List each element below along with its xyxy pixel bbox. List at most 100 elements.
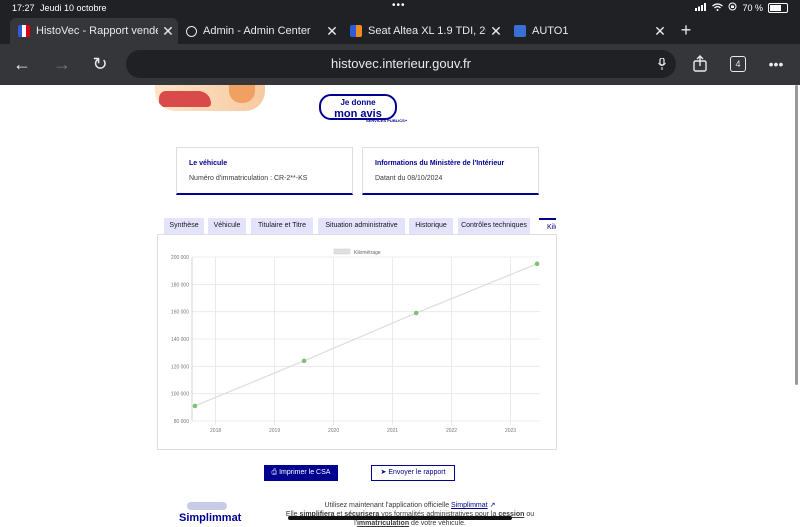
simplimmat-line1: Utilisez maintenant l'application offici… — [270, 501, 550, 509]
card-value: Datant du 08/10/2024 — [375, 175, 443, 182]
tab-title: HistoVec - Rapport vendeur — [36, 25, 158, 37]
print-label: Imprimer le CSA — [279, 469, 331, 476]
x-tick-label: 2021 — [387, 428, 398, 434]
close-tab-icon[interactable]: ✕ — [486, 23, 506, 40]
page-content: Je donne mon avis SERVICES PUBLICS+ Le v… — [0, 85, 792, 527]
data-point — [301, 358, 307, 364]
feedback-button[interactable]: Je donne mon avis — [319, 94, 397, 120]
y-tick-label: 200 000 — [171, 255, 189, 261]
page-scrollbar[interactable] — [795, 85, 798, 385]
series-line — [194, 263, 538, 407]
y-tick-label: 140 000 — [171, 337, 189, 343]
tab-controles[interactable]: Contrôles techniques — [458, 218, 530, 234]
status-bar: 17:27 Jeudi 10 octobre ••• 70 % — [0, 0, 800, 16]
multitasking-dots-icon[interactable]: ••• — [392, 0, 406, 11]
browser-tab-histovec[interactable]: HistoVec - Rapport vendeur ✕ — [10, 18, 178, 44]
vehicle-card: Le véhicule Numéro d'immatriculation : C… — [176, 147, 353, 195]
browser-toolbar: ← → ↻ histovec.interieur.gouv.fr 4 ••• — [0, 44, 800, 85]
close-tab-icon[interactable]: ✕ — [158, 23, 178, 40]
reload-icon[interactable]: ↻ — [88, 52, 112, 76]
microphone-icon[interactable] — [658, 50, 666, 80]
simplimmat-link[interactable]: Simplimmat — [451, 502, 488, 509]
card-title: Informations du Ministère de l'Intérieur — [375, 160, 505, 167]
text: de votre véhicule. — [409, 520, 466, 527]
signal-icon — [695, 2, 707, 13]
auto1-favicon-icon — [514, 25, 526, 37]
data-point — [413, 310, 419, 316]
x-tick-label: 2020 — [328, 428, 339, 434]
services-publics-logo: SERVICES PUBLICS+ — [366, 118, 408, 123]
y-tick-label: 80 000 — [174, 419, 190, 425]
y-tick-label: 100 000 — [171, 392, 189, 398]
x-tick-label: 2022 — [446, 428, 457, 434]
browser-chrome: 17:27 Jeudi 10 octobre ••• 70 % HistoVec… — [0, 0, 800, 85]
tab-kilometrage[interactable]: Kilométrage — [539, 218, 556, 234]
orientation-lock-icon — [728, 2, 737, 13]
simplimmat-logo[interactable]: Simplimmat — [175, 500, 242, 525]
card-value: Numéro d'immatriculation : CR-2**-KS — [189, 175, 308, 182]
x-tick-label: 2018 — [210, 428, 221, 434]
tab-situation[interactable]: Situation administrative — [318, 218, 405, 234]
feedback-line1: Je donne — [340, 98, 376, 107]
tab-title: AUTO1 — [532, 25, 569, 37]
simplimmat-intro: Utilisez maintenant l'application offici… — [324, 502, 452, 509]
legend-label: Kilométrage — [354, 250, 381, 256]
send-report-button[interactable]: ➤ Envoyer le rapport — [371, 465, 455, 481]
wifi-icon — [712, 2, 724, 13]
send-icon: ➤ — [380, 469, 387, 476]
tab-strip: HistoVec - Rapport vendeur ✕ Admin - Adm… — [0, 18, 800, 44]
hero-illustration — [155, 85, 265, 111]
forward-arrow-icon[interactable]: → — [50, 52, 74, 76]
car-illustration — [159, 91, 211, 107]
close-tab-icon[interactable]: ✕ — [650, 23, 670, 40]
home-indicator[interactable] — [288, 516, 512, 520]
card-title: Le véhicule — [189, 160, 228, 167]
data-point — [192, 403, 198, 409]
y-tick-label: 160 000 — [171, 310, 189, 316]
status-date: Jeudi 10 octobre — [40, 3, 107, 13]
ministry-card: Informations du Ministère de l'Intérieur… — [362, 147, 539, 195]
legend-swatch — [333, 248, 351, 255]
printer-icon: ⎙ — [271, 469, 278, 476]
browser-tab-seat[interactable]: Seat Altea XL 1.9 TDI, 20 ✕ — [342, 18, 506, 44]
tab-titulaire[interactable]: Titulaire et Titre — [251, 218, 313, 234]
tab-title: Seat Altea XL 1.9 TDI, 20 — [368, 25, 486, 37]
print-csa-button[interactable]: ⎙ Imprimer le CSA — [264, 465, 338, 481]
report-tabs: Synthèse Véhicule Titulaire et Titre Sit… — [164, 218, 556, 234]
browser-tab-admin[interactable]: Admin - Admin Center ✕ — [178, 18, 342, 44]
person-illustration — [229, 85, 255, 103]
tab-historique[interactable]: Historique — [409, 218, 453, 234]
histovec-favicon-icon — [18, 25, 30, 37]
new-tab-icon[interactable]: + — [676, 18, 696, 44]
tab-title: Admin - Admin Center — [203, 25, 311, 37]
share-icon[interactable] — [688, 52, 712, 76]
globe-icon — [186, 25, 197, 37]
url-text: histovec.interieur.gouv.fr — [331, 56, 471, 71]
battery-icon — [768, 2, 788, 13]
browser-tab-auto1[interactable]: AUTO1 ✕ — [506, 18, 670, 44]
tab-vehicule[interactable]: Véhicule — [208, 218, 246, 234]
tab-synthese[interactable]: Synthèse — [164, 218, 204, 234]
y-tick-label: 180 000 — [171, 282, 189, 288]
simplimmat-logo-text: Simplimmat — [179, 512, 242, 524]
status-time: 17:27 — [12, 3, 35, 13]
x-tick-label: 2023 — [505, 428, 516, 434]
external-link-icon: ↗ — [489, 502, 496, 509]
tab-count-button[interactable]: 4 — [730, 56, 746, 72]
address-bar[interactable]: histovec.interieur.gouv.fr — [126, 50, 676, 78]
x-tick-label: 2019 — [269, 428, 280, 434]
battery-percent: 70 % — [742, 2, 763, 13]
close-tab-icon[interactable]: ✕ — [322, 23, 342, 40]
send-label: Envoyer le rapport — [388, 469, 446, 476]
text-immatriculation: immatriculation — [356, 520, 410, 527]
simplimmat-car-icon — [187, 502, 227, 510]
simplimmat-line3: l'immatriculation de votre véhicule. — [270, 520, 550, 527]
y-tick-label: 120 000 — [171, 364, 189, 370]
text: ou — [524, 511, 535, 518]
status-icons: 70 % — [695, 2, 788, 13]
back-arrow-icon[interactable]: ← — [10, 52, 34, 76]
mileage-chart: Kilométrage 80 000 100 000 120 000 140 000 16… — [171, 248, 540, 434]
listing-favicon-icon — [350, 25, 362, 37]
more-options-icon[interactable]: ••• — [764, 52, 788, 76]
data-point — [534, 261, 540, 267]
